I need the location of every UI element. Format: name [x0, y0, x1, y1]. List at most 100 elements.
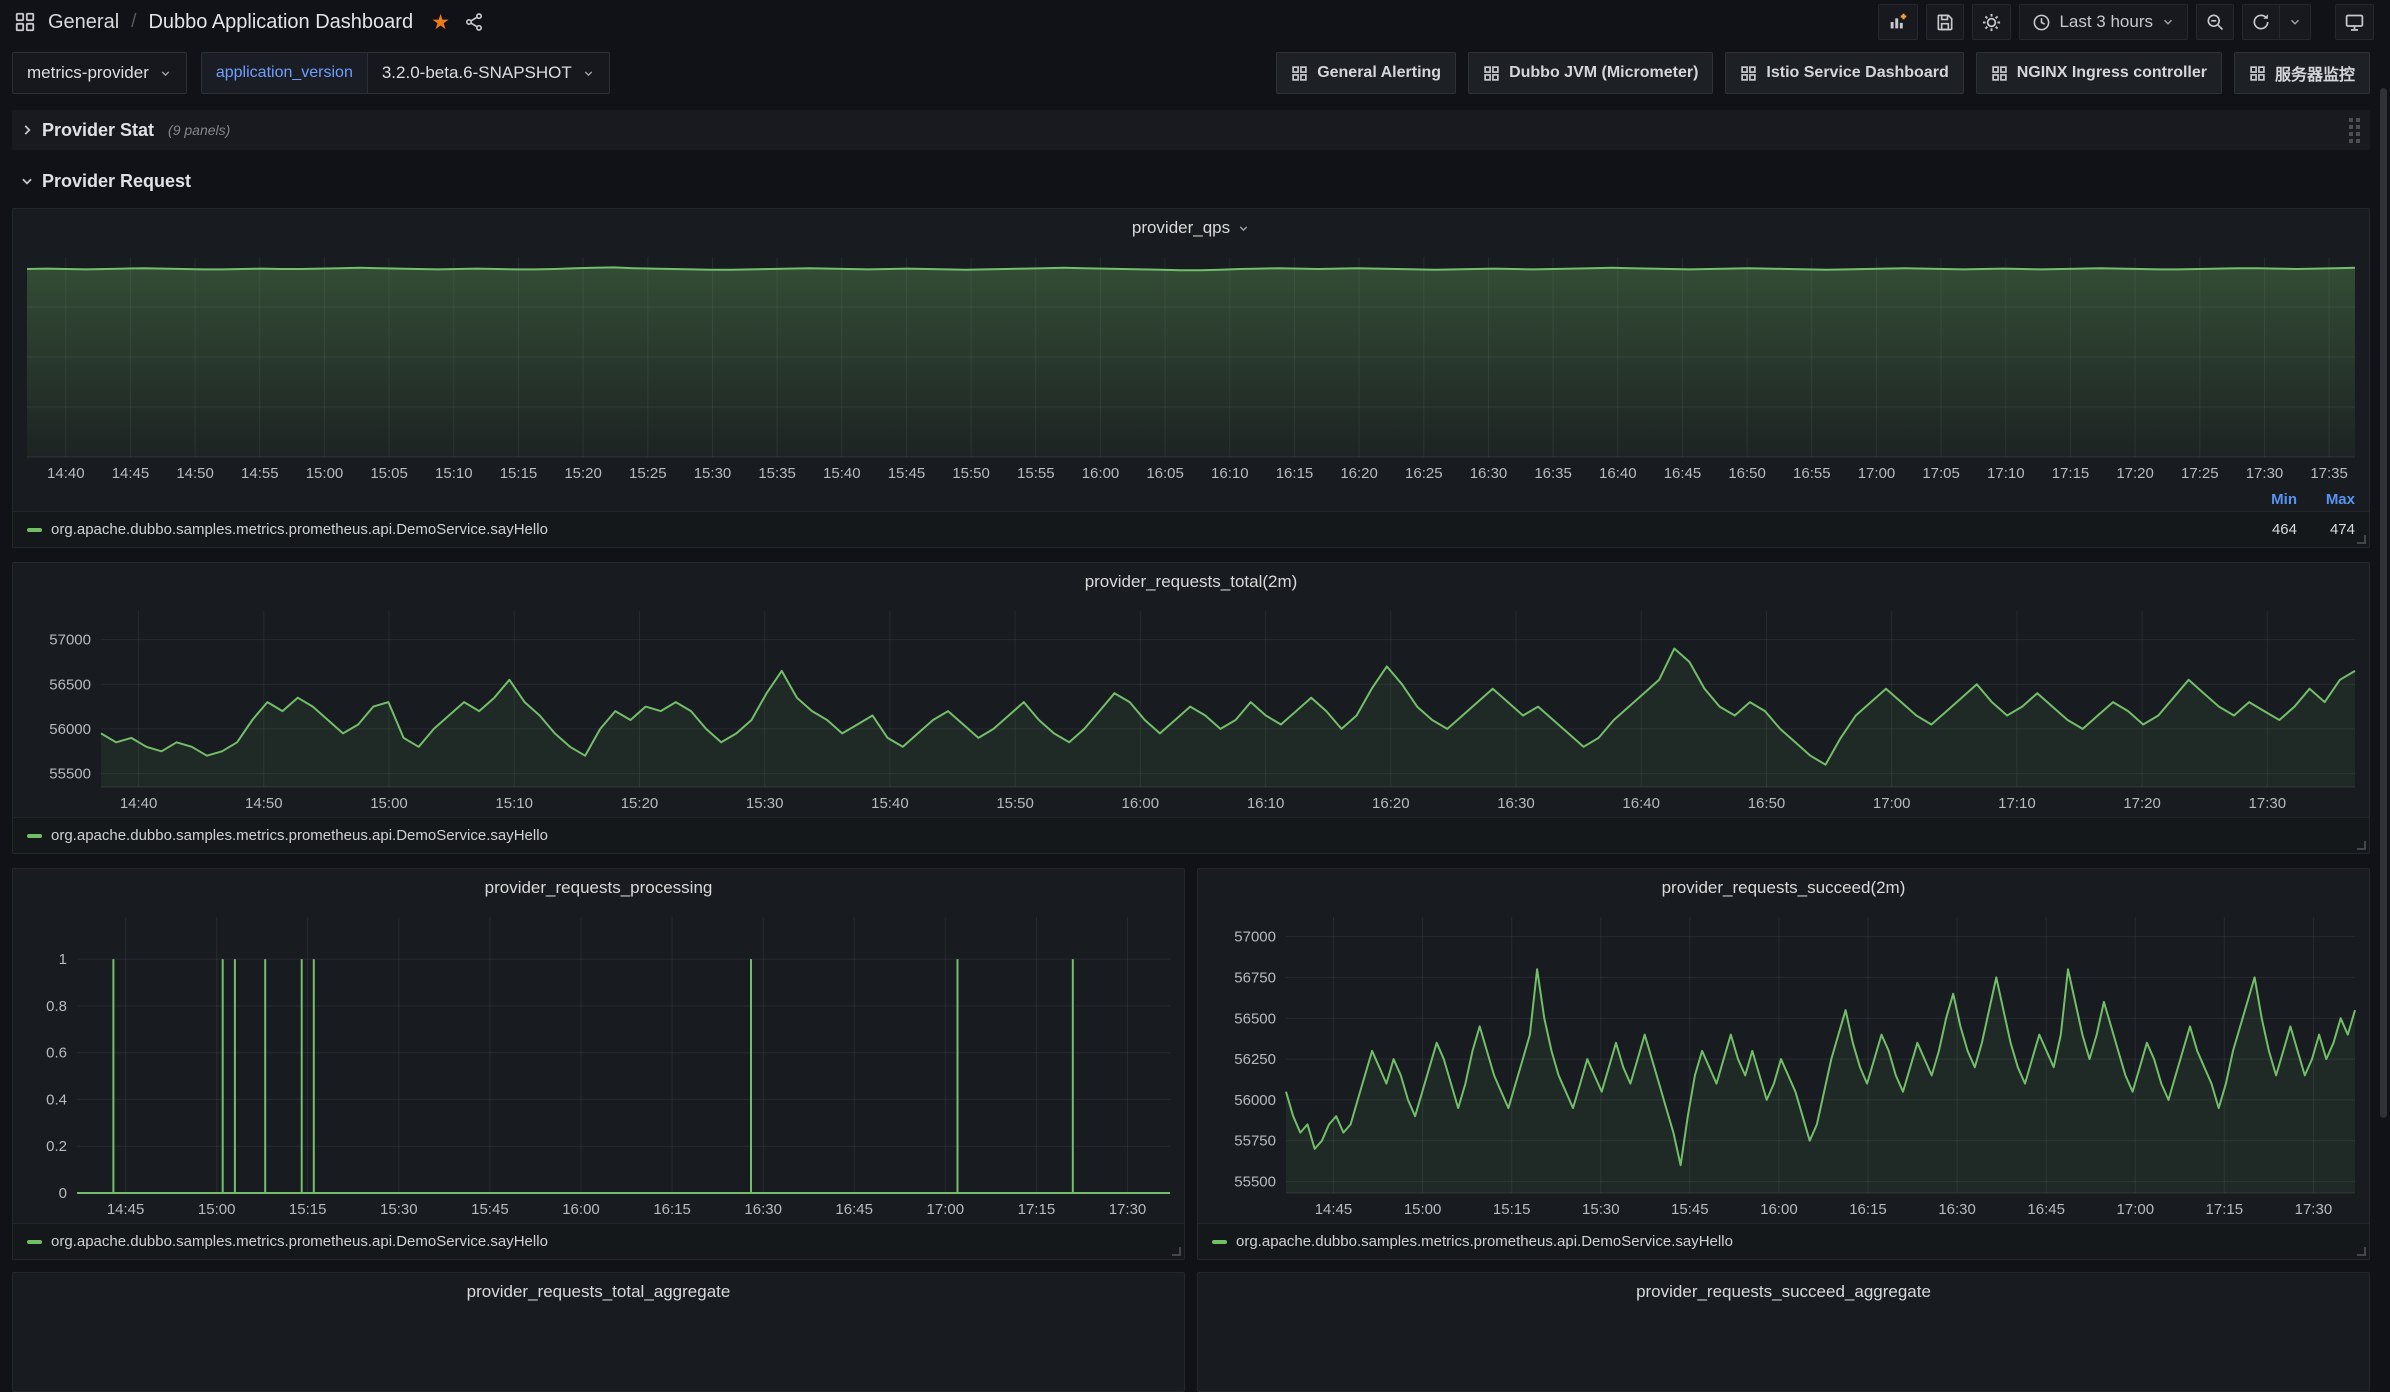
panel-provider-requests-succeed-aggregate: provider_requests_succeed_aggregate	[1197, 1272, 2370, 1392]
svg-text:14:50: 14:50	[245, 795, 283, 812]
svg-text:1: 1	[59, 951, 67, 968]
variable-application-version: application_version 3.2.0-beta.6-SNAPSHO…	[201, 52, 610, 94]
dashlink-nginx[interactable]: NGINX Ingress controller	[1976, 52, 2222, 94]
dashboard-settings-button[interactable]	[1972, 4, 2011, 40]
row-provider-stat[interactable]: Provider Stat (9 panels)	[12, 110, 2370, 150]
panel-header[interactable]: provider_requests_processing	[13, 869, 1184, 907]
svg-text:16:30: 16:30	[744, 1201, 782, 1218]
svg-text:16:30: 16:30	[1470, 465, 1508, 482]
panel-provider-requests-total: provider_requests_total(2m) 555005600056…	[12, 562, 2370, 854]
legend: org.apache.dubbo.samples.metrics.prometh…	[13, 511, 2369, 547]
svg-text:17:15: 17:15	[2052, 465, 2090, 482]
panel-resize-handle[interactable]	[2357, 1247, 2366, 1256]
panel-header[interactable]: provider_qps	[13, 209, 2369, 247]
refresh-interval-dropdown[interactable]	[2280, 4, 2311, 40]
svg-text:17:10: 17:10	[1987, 465, 2025, 482]
row-panel-count: (9 panels)	[168, 122, 230, 138]
legend-max-header[interactable]: Max	[2297, 491, 2355, 508]
panel-resize-handle[interactable]	[2357, 841, 2366, 850]
time-range-picker[interactable]: Last 3 hours	[2019, 4, 2188, 40]
dashlink-dubbo-jvm[interactable]: Dubbo JVM (Micrometer)	[1468, 52, 1713, 94]
dashlink-server-monitor[interactable]: 服务器监控	[2234, 52, 2370, 94]
refresh-button[interactable]	[2242, 4, 2280, 40]
save-dashboard-button[interactable]	[1926, 4, 1964, 40]
share-icon[interactable]	[464, 12, 484, 32]
svg-text:14:55: 14:55	[241, 465, 279, 482]
svg-text:15:00: 15:00	[370, 795, 408, 812]
panel-header[interactable]: provider_requests_total(2m)	[13, 563, 2369, 601]
dashlink-label: 服务器监控	[2275, 61, 2355, 85]
chart-area[interactable]: 5550056000565005700014:4014:5015:0015:10…	[13, 601, 2369, 817]
svg-text:15:15: 15:15	[289, 1201, 327, 1218]
favorite-star-icon[interactable]: ★	[431, 12, 450, 33]
svg-text:17:00: 17:00	[1858, 465, 1896, 482]
svg-text:56250: 56250	[1234, 1051, 1276, 1068]
svg-text:15:05: 15:05	[370, 465, 408, 482]
panel-resize-handle[interactable]	[1172, 1247, 1181, 1256]
svg-text:0.2: 0.2	[46, 1138, 67, 1155]
add-panel-button[interactable]	[1878, 4, 1918, 40]
svg-text:16:55: 16:55	[1793, 465, 1831, 482]
legend-series[interactable]: org.apache.dubbo.samples.metrics.prometh…	[27, 521, 2239, 538]
dashboard-submenu: metrics-provider application_version 3.2…	[0, 44, 2390, 102]
variable-version-dropdown[interactable]: 3.2.0-beta.6-SNAPSHOT	[367, 52, 610, 94]
svg-text:16:30: 16:30	[1938, 1201, 1976, 1218]
panel-header[interactable]: provider_requests_succeed_aggregate	[1198, 1273, 2369, 1311]
svg-text:16:35: 16:35	[1534, 465, 1572, 482]
legend-series[interactable]: org.apache.dubbo.samples.metrics.prometh…	[1212, 1233, 2355, 1250]
chart-area[interactable]: 00.20.40.60.8114:4515:0015:1515:3015:451…	[13, 907, 1184, 1223]
row-drag-handle[interactable]	[2349, 118, 2360, 143]
svg-text:14:50: 14:50	[176, 465, 214, 482]
panel-resize-handle[interactable]	[2357, 535, 2366, 544]
svg-text:55500: 55500	[49, 766, 91, 783]
svg-text:17:30: 17:30	[1109, 1201, 1147, 1218]
legend-min-header[interactable]: Min	[2239, 491, 2297, 508]
svg-text:0.4: 0.4	[46, 1091, 67, 1108]
chevron-down-icon	[20, 174, 34, 188]
row-title: Provider Request	[42, 171, 191, 192]
svg-text:14:40: 14:40	[47, 465, 85, 482]
panel-header[interactable]: provider_requests_total_aggregate	[13, 1273, 1184, 1311]
nav-toolbar: Last 3 hours	[1878, 4, 2374, 40]
panel-title: provider_requests_succeed(2m)	[1662, 878, 1906, 898]
dashlink-label: Istio Service Dashboard	[1766, 64, 1948, 82]
svg-text:16:00: 16:00	[1082, 465, 1120, 482]
dashlink-label: NGINX Ingress controller	[2017, 64, 2207, 82]
svg-text:16:05: 16:05	[1146, 465, 1184, 482]
variable-version-label: application_version	[201, 52, 367, 94]
svg-text:15:30: 15:30	[746, 795, 784, 812]
chart-area[interactable]: 5550055750560005625056500567505700014:45…	[1198, 907, 2369, 1223]
chart-area[interactable]: 14:4014:4514:5014:5515:0015:0515:1015:15…	[13, 247, 2369, 487]
series-name: org.apache.dubbo.samples.metrics.prometh…	[51, 1233, 548, 1250]
svg-text:15:50: 15:50	[996, 795, 1034, 812]
svg-text:16:45: 16:45	[2027, 1201, 2065, 1218]
panel-title: provider_requests_succeed_aggregate	[1636, 1282, 1931, 1302]
svg-text:16:45: 16:45	[1664, 465, 1702, 482]
legend-series[interactable]: org.apache.dubbo.samples.metrics.prometh…	[27, 1233, 1170, 1250]
cycle-view-mode-button[interactable]	[2335, 4, 2374, 40]
panel-header[interactable]: provider_requests_succeed(2m)	[1198, 869, 2369, 907]
breadcrumb-section[interactable]: General	[48, 11, 119, 34]
series-color-swatch	[27, 528, 42, 532]
legend-series[interactable]: org.apache.dubbo.samples.metrics.prometh…	[27, 827, 2355, 844]
svg-text:0.8: 0.8	[46, 998, 67, 1015]
row-provider-request[interactable]: Provider Request	[20, 166, 2370, 196]
dashlink-general-alerting[interactable]: General Alerting	[1276, 52, 1456, 94]
dashlink-label: General Alerting	[1317, 64, 1441, 82]
svg-text:17:35: 17:35	[2310, 465, 2348, 482]
apps-menu-icon[interactable]	[14, 11, 36, 33]
svg-text:17:05: 17:05	[1922, 465, 1960, 482]
apps-icon	[2249, 65, 2266, 82]
svg-text:56750: 56750	[1234, 969, 1276, 986]
variable-metrics-provider[interactable]: metrics-provider	[12, 52, 187, 94]
page-scrollbar-thumb[interactable]	[2380, 88, 2387, 1118]
svg-text:14:40: 14:40	[120, 795, 158, 812]
svg-text:57000: 57000	[49, 632, 91, 649]
svg-text:15:55: 15:55	[1017, 465, 1055, 482]
svg-text:17:20: 17:20	[2123, 795, 2161, 812]
template-variables: metrics-provider application_version 3.2…	[12, 52, 610, 94]
svg-text:16:25: 16:25	[1405, 465, 1443, 482]
dashlink-istio[interactable]: Istio Service Dashboard	[1725, 52, 1963, 94]
zoom-out-time-button[interactable]	[2196, 4, 2234, 40]
variable-provider-value: metrics-provider	[27, 63, 149, 83]
